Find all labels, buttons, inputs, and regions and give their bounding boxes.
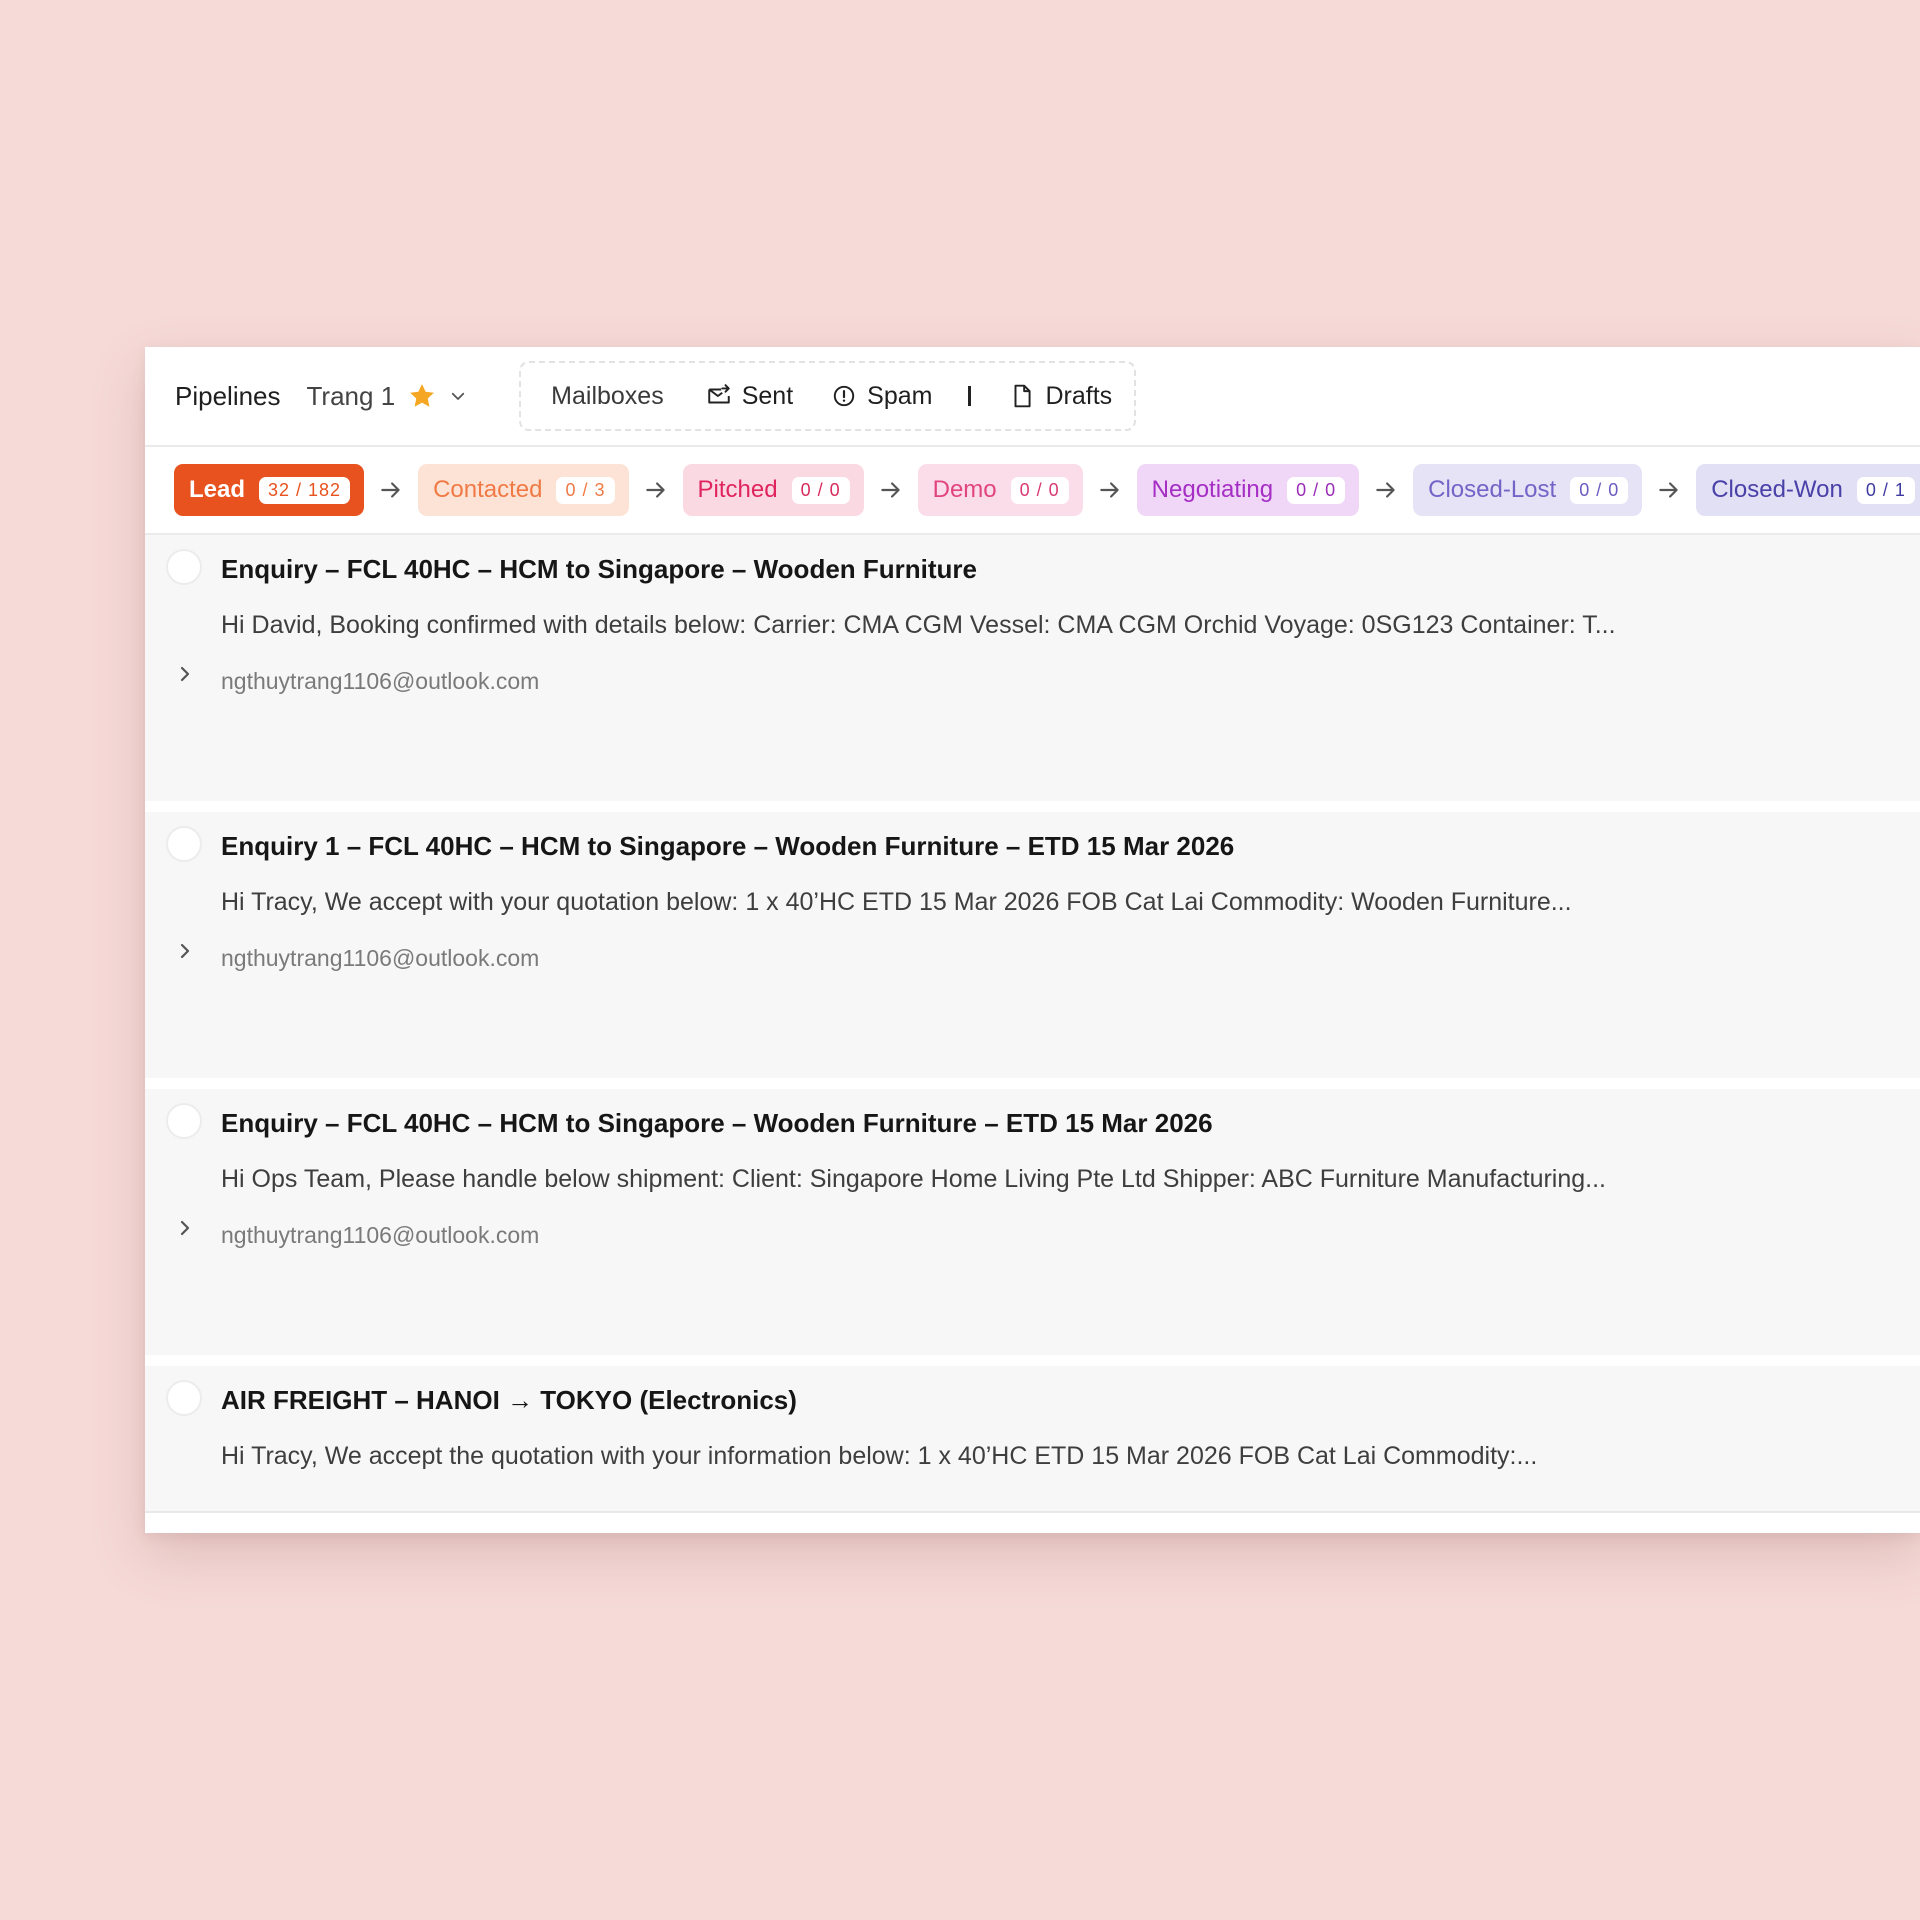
select-checkbox[interactable]: [166, 549, 202, 585]
top-bar: Pipelines Trang 1 Mailboxes Sent Spam Dr…: [145, 347, 1920, 447]
email-sender: ngthuytrang1106@outlook.com: [221, 945, 540, 971]
arrow-right-icon: [1376, 482, 1395, 498]
stage-count: 0 / 0: [791, 476, 850, 504]
app-window: Pipelines Trang 1 Mailboxes Sent Spam Dr…: [145, 347, 1920, 1533]
file-icon: [1014, 384, 1032, 408]
select-checkbox[interactable]: [166, 1103, 202, 1139]
workspace-selector[interactable]: Trang 1: [307, 381, 468, 412]
stage-label: Closed-Lost: [1428, 476, 1557, 503]
email-row[interactable]: AIR FREIGHT – HANOI → TOKYO (Electronics…: [145, 1366, 1920, 1513]
drafts-label: Drafts: [1045, 381, 1113, 410]
stage-closed-lost[interactable]: Closed-Lost 0 / 0: [1413, 464, 1643, 516]
arrow-right-icon: [1099, 482, 1119, 498]
stage-label: Negotiating: [1151, 476, 1274, 503]
email-subject: AIR FREIGHT – HANOI → TOKYO (Electronics…: [221, 1385, 797, 1415]
sent-button[interactable]: Sent: [706, 382, 793, 411]
stage-count: 0 / 0: [1570, 476, 1629, 504]
email-list: Enquiry – FCL 40HC – HCM to Singapore – …: [145, 535, 1920, 1513]
stage-label: Pitched: [697, 476, 778, 503]
mailboxes-button[interactable]: Mailboxes: [551, 382, 664, 411]
pipeline-stage-bar: Lead 32 / 182 Contacted 0 / 3 Pitched 0 …: [145, 447, 1920, 535]
email-preview: Hi Ops Team, Please handle below shipmen…: [221, 1165, 1606, 1193]
email-preview: Hi Tracy, We accept the quotation with y…: [221, 1442, 1538, 1470]
email-row[interactable]: Enquiry – FCL 40HC – HCM to Singapore – …: [145, 535, 1920, 801]
select-checkbox[interactable]: [166, 1380, 202, 1416]
stage-lead[interactable]: Lead 32 / 182: [174, 464, 365, 516]
workspace-name: Trang 1: [306, 380, 396, 411]
chevron-right-icon[interactable]: [175, 1215, 195, 1241]
spam-button[interactable]: Spam: [831, 382, 932, 411]
stage-count: 0 / 0: [1287, 476, 1346, 504]
stage-demo[interactable]: Demo 0 / 0: [917, 464, 1083, 516]
chevron-down-icon[interactable]: [449, 387, 467, 405]
email-preview: Hi Tracy, We accept with your quotation …: [221, 888, 1572, 916]
pipelines-label: Pipelines: [175, 380, 281, 411]
stage-negotiating[interactable]: Negotiating 0 / 0: [1136, 464, 1360, 516]
stage-count: 0 / 0: [1010, 476, 1069, 504]
email-subject: Enquiry – FCL 40HC – HCM to Singapore – …: [221, 1108, 1213, 1138]
stage-count: 0 / 1: [1856, 476, 1915, 504]
stage-label: Lead: [189, 476, 246, 503]
chevron-right-icon[interactable]: [175, 661, 195, 687]
drafts-button[interactable]: Drafts: [1009, 382, 1112, 411]
email-subject: Enquiry – FCL 40HC – HCM to Singapore – …: [221, 554, 977, 584]
stage-count: 32 / 182: [259, 476, 351, 504]
stage-closed-won[interactable]: Closed-Won 0 / 1: [1696, 464, 1920, 516]
sent-label: Sent: [741, 381, 794, 410]
arrow-right-icon: [645, 482, 665, 498]
stage-count: 0 / 3: [556, 476, 615, 504]
mailboxes-label: Mailboxes: [551, 381, 664, 410]
send-icon: [707, 384, 730, 404]
divider: [968, 386, 972, 406]
select-checkbox[interactable]: [166, 826, 202, 862]
chevron-right-icon[interactable]: [175, 938, 195, 964]
star-icon[interactable]: [407, 381, 437, 411]
arrow-right-icon: [381, 482, 400, 498]
stage-label: Demo: [932, 476, 997, 503]
stage-contacted[interactable]: Contacted 0 / 3: [418, 464, 629, 516]
spam-label: Spam: [867, 381, 933, 410]
stage-pitched[interactable]: Pitched 0 / 0: [682, 464, 864, 516]
stage-label: Contacted: [433, 476, 543, 503]
email-row[interactable]: Enquiry 1 – FCL 40HC – HCM to Singapore …: [145, 812, 1920, 1078]
arrow-right-icon: [1659, 482, 1678, 498]
email-subject: Enquiry 1 – FCL 40HC – HCM to Singapore …: [221, 831, 1235, 861]
email-row[interactable]: Enquiry – FCL 40HC – HCM to Singapore – …: [145, 1089, 1920, 1355]
email-sender: ngthuytrang1106@outlook.com: [221, 668, 540, 694]
email-preview: Hi David, Booking confirmed with details…: [221, 611, 1616, 639]
stage-label: Closed-Won: [1711, 476, 1843, 503]
arrow-right-icon: [880, 482, 900, 498]
mailbox-group: Mailboxes Sent Spam Drafts: [519, 361, 1137, 431]
alert-circle-icon: [833, 385, 855, 407]
email-sender: ngthuytrang1106@outlook.com: [221, 1222, 540, 1248]
